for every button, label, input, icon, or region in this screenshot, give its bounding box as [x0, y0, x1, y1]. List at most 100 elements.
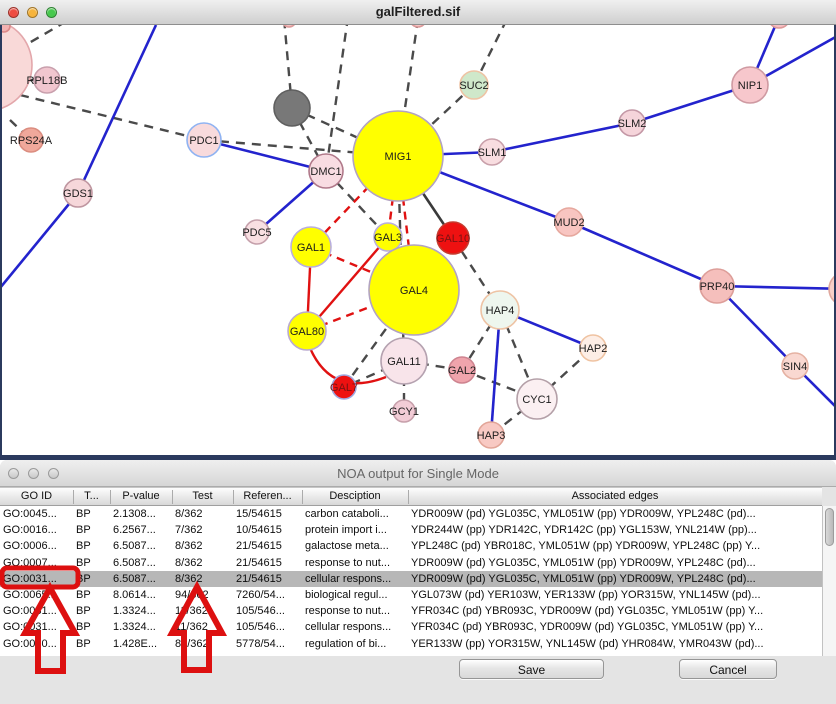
table-cell: 21/54615	[233, 540, 302, 552]
node-MUD2[interactable]	[555, 208, 583, 236]
node-DMC1[interactable]	[309, 154, 343, 188]
table-cell: YPL248C (pd) YBR018C, YML051W (pp) YDR00…	[408, 540, 822, 552]
node-HAP2[interactable]	[580, 335, 606, 361]
node-GAL7[interactable]	[332, 375, 356, 399]
table-cell: 8/362	[172, 557, 233, 569]
column-separator[interactable]	[172, 490, 173, 504]
noa-panel-title: NOA output for Single Mode	[0, 466, 836, 481]
node-SIN4[interactable]	[782, 353, 808, 379]
table-cell: 8/362	[172, 540, 233, 552]
column-header-t[interactable]: T...	[73, 490, 110, 505]
network-edge-dash	[326, 25, 348, 171]
table-row[interactable]: GO:0007...BP6.5087...8/36221/54615respon…	[0, 555, 822, 571]
node-gray-node[interactable]	[274, 90, 310, 126]
table-row[interactable]: GO:0031...BP6.5087...8/36221/54615cellul…	[0, 571, 822, 587]
node-SLM2[interactable]	[619, 110, 645, 136]
save-button[interactable]: Save	[459, 659, 604, 679]
table-cell: BP	[73, 638, 110, 650]
table-cell: GO:0045...	[0, 508, 73, 520]
network-edge-blue	[569, 222, 717, 286]
node-top-cut-2[interactable]	[410, 25, 426, 27]
main-window-titlebar: galFiltered.sif	[0, 0, 836, 25]
node-SUC2[interactable]	[460, 71, 488, 99]
table-row[interactable]: GO:0065...BP8.0614...94/3627260/54...bio…	[0, 587, 822, 603]
node-RPL18B[interactable]	[34, 67, 60, 93]
scrollbar-thumb[interactable]	[825, 508, 834, 546]
table-cell: 80/362	[172, 638, 233, 650]
table-row[interactable]: GO:0031...BP1.3324...11/362105/546...cel…	[0, 619, 822, 635]
table-row[interactable]: GO:0045...BP2.1308...8/36215/54615carbon…	[0, 506, 822, 522]
node-SLM1[interactable]	[479, 139, 505, 165]
table-cell: BP	[73, 573, 110, 585]
table-cell: 105/546...	[233, 605, 302, 617]
table-cell: regulation of bi...	[302, 638, 408, 650]
network-edge-blue	[492, 123, 632, 152]
table-cell: GO:0031...	[0, 605, 73, 617]
table-row[interactable]: GO:0031...BP1.3324...11/362105/546...res…	[0, 603, 822, 619]
network-canvas[interactable]: RPL18BRPS24AGDS1PDC1DMC1MIG1SUC2SLM1SLM2…	[0, 25, 836, 460]
column-separator[interactable]	[302, 490, 303, 504]
node-MSN[interactable]	[829, 272, 834, 306]
network-edge-blue	[2, 193, 78, 288]
column-separator[interactable]	[233, 490, 234, 504]
table-cell: YFR034C (pd) YBR093C, YDR009W (pd) YGL03…	[408, 621, 822, 633]
column-header-associated-edges[interactable]: Associated edges	[408, 490, 822, 505]
table-cell: BP	[73, 557, 110, 569]
table-cell: galactose meta...	[302, 540, 408, 552]
node-big-left[interactable]	[2, 25, 32, 111]
node-GAL10[interactable]	[437, 222, 469, 254]
node-NIP1[interactable]	[732, 67, 768, 103]
table-cell: 6.5087...	[110, 573, 172, 585]
table-cell: GO:0031...	[0, 573, 73, 585]
column-separator[interactable]	[408, 490, 409, 504]
table-cell: 1.428E...	[110, 638, 172, 650]
column-header-desciption[interactable]: Desciption	[302, 490, 408, 505]
table-cell: biological regul...	[302, 589, 408, 601]
table-row[interactable]: GO:0050...BP1.428E...80/3625778/54...reg…	[0, 636, 822, 652]
table-cell: YGL073W (pd) YER103W, YER133W (pp) YOR31…	[408, 589, 822, 601]
column-header-go-id[interactable]: GO ID	[0, 490, 73, 505]
table-cell: protein import i...	[302, 524, 408, 536]
table-cell: 6.5087...	[110, 557, 172, 569]
node-GAL4[interactable]	[369, 245, 459, 335]
node-HAP4[interactable]	[481, 291, 519, 329]
node-GDS1[interactable]	[64, 179, 92, 207]
node-HAP3[interactable]	[478, 422, 504, 448]
node-GCY1[interactable]	[393, 400, 415, 422]
column-header-test[interactable]: Test	[172, 490, 233, 505]
node-PDC5[interactable]	[245, 220, 269, 244]
column-header-referen[interactable]: Referen...	[233, 490, 302, 505]
network-graph[interactable]: RPL18BRPS24AGDS1PDC1DMC1MIG1SUC2SLM1SLM2…	[2, 25, 834, 455]
node-GAL3[interactable]	[374, 223, 402, 251]
table-row[interactable]: GO:0016...BP6.2567...7/36210/54615protei…	[0, 522, 822, 538]
vertical-scrollbar[interactable]	[822, 506, 836, 656]
node-PDC1[interactable]	[187, 123, 221, 157]
table-cell: GO:0007...	[0, 557, 73, 569]
column-separator[interactable]	[110, 490, 111, 504]
column-header-p-value[interactable]: P-value	[110, 490, 172, 505]
table-cell: 6.5087...	[110, 540, 172, 552]
table-cell: YDR244W (pp) YDR142C, YDR142C (pp) YGL15…	[408, 524, 822, 536]
network-edge-blue	[204, 140, 326, 171]
table-cell: 15/54615	[233, 508, 302, 520]
network-edge-blue	[78, 25, 156, 193]
cancel-button[interactable]: Cancel	[679, 659, 777, 679]
column-separator[interactable]	[73, 490, 74, 504]
table-cell: YDR009W (pd) YGL035C, YML051W (pp) YDR00…	[408, 573, 822, 585]
table-row[interactable]: GO:0006...BP6.5087...8/36221/54615galact…	[0, 538, 822, 554]
node-PRP40[interactable]	[700, 269, 734, 303]
node-GAL80[interactable]	[288, 312, 326, 350]
table-cell: 11/362	[172, 605, 233, 617]
table-cell: response to nut...	[302, 557, 408, 569]
table-cell: cellular respons...	[302, 573, 408, 585]
node-GAL2[interactable]	[449, 357, 475, 383]
node-CYC1[interactable]	[517, 379, 557, 419]
node-RPS24A[interactable]	[19, 128, 43, 152]
noa-output-panel: NOA output for Single Mode GO IDT...P-va…	[0, 460, 836, 704]
table-cell: GO:0050...	[0, 638, 73, 650]
node-GAL11[interactable]	[381, 338, 427, 384]
node-GAL1[interactable]	[291, 227, 331, 267]
node-MIG1[interactable]	[353, 111, 443, 201]
node-top-right-cut[interactable]	[768, 25, 790, 28]
noa-panel-titlebar: NOA output for Single Mode	[0, 460, 836, 487]
